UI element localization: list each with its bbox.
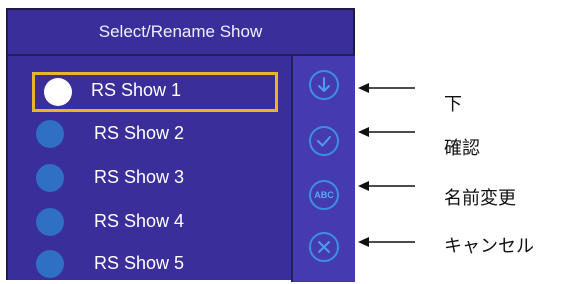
rename-button[interactable]: ABC [309,180,339,210]
annotation-confirm: 確認 [444,138,480,159]
annotation-rename: 名前変更 [444,188,516,209]
radio-unselected[interactable] [36,208,64,236]
confirm-button[interactable] [309,126,339,156]
callout-arrow-confirm [358,127,415,137]
radio-selected[interactable] [44,78,72,106]
radio-unselected[interactable] [36,250,64,278]
show-list: RS Show 1 RS Show 2 RS Show 3 RS Show 4 … [8,56,288,280]
radio-unselected[interactable] [36,164,64,192]
callout-arrow-cancel [358,237,415,247]
callout-arrow-down [358,83,415,93]
radio-unselected[interactable] [36,120,64,148]
show-label: RS Show 4 [94,211,185,231]
annotation-down: 下 [444,94,462,115]
show-label: RS Show 5 [94,253,185,273]
arrow-down-icon [318,77,330,92]
abc-icon: ABC [314,190,334,200]
show-item-1[interactable]: RS Show 1 [32,72,278,112]
show-item-2[interactable]: RS Show 2 [36,116,276,154]
down-button[interactable] [309,70,339,100]
callout-arrow-rename [358,181,415,191]
cancel-button[interactable] [309,232,339,262]
show-label: RS Show 3 [94,167,185,187]
annotation-cancel: キャンセル [444,236,534,257]
show-label: RS Show 2 [94,123,185,143]
check-icon [317,136,331,147]
show-label: RS Show 1 [91,80,182,100]
select-rename-show-panel: Select/Rename Show RS Show 1 RS Show 2 R… [6,8,355,282]
side-button-bar: ABC [291,56,355,282]
show-item-5[interactable]: RS Show 5 [36,246,276,284]
panel-title: Select/Rename Show [8,10,353,56]
show-item-4[interactable]: RS Show 4 [36,204,276,242]
show-item-3[interactable]: RS Show 3 [36,160,276,198]
x-icon [318,241,330,253]
